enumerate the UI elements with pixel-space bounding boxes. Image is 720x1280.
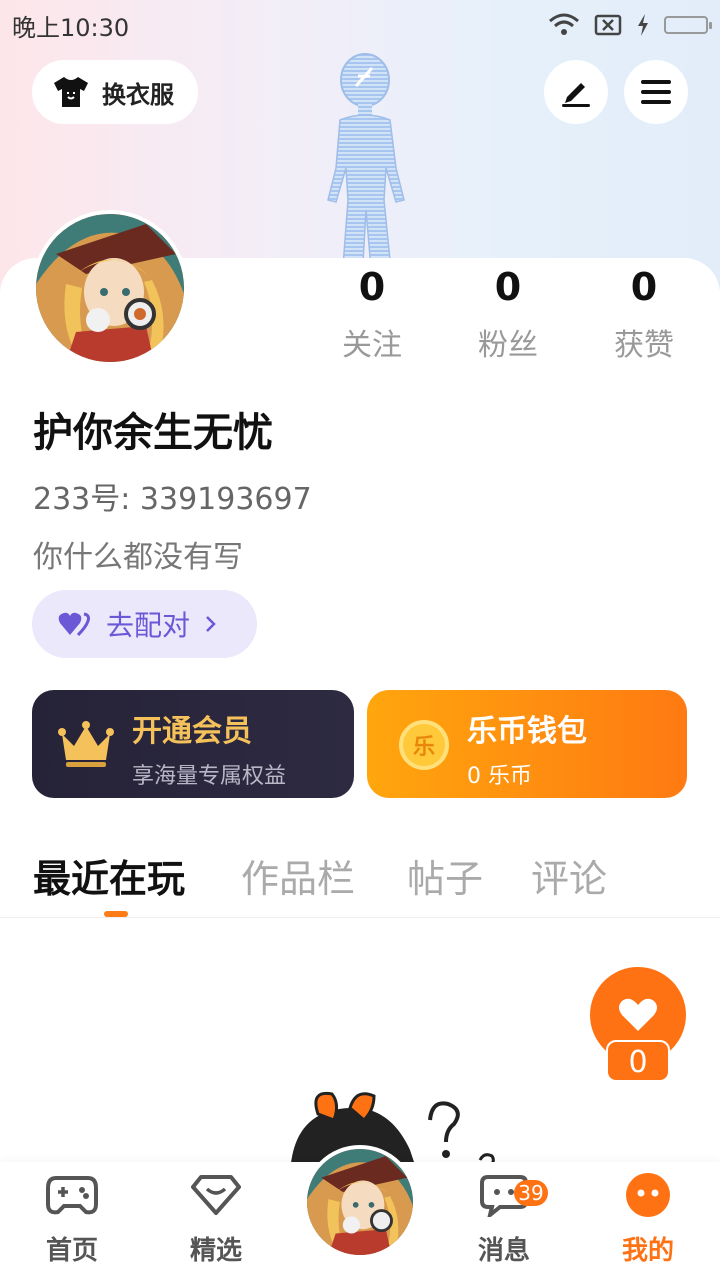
stat-following-label: 关注	[342, 328, 402, 363]
hamburger-icon	[641, 80, 671, 104]
avatar[interactable]	[32, 210, 188, 366]
nav-me-label: 我的	[621, 1236, 674, 1266]
nav-home-label: 首页	[45, 1236, 98, 1266]
like-count: 0	[606, 1040, 670, 1082]
pen-icon	[562, 83, 590, 107]
edit-profile-button[interactable]	[544, 60, 608, 124]
vip-title: 开通会员	[132, 714, 252, 749]
match-button[interactable]: 去配对	[32, 590, 257, 658]
change-outfit-button[interactable]: 换衣服	[32, 60, 198, 124]
face-icon	[626, 1173, 670, 1217]
nav-home[interactable]: 首页	[22, 1162, 122, 1267]
vip-subtitle: 享海量专属权益	[132, 764, 287, 789]
nav-me[interactable]: 我的	[598, 1162, 698, 1267]
change-outfit-label: 换衣服	[102, 80, 174, 109]
wallet-card[interactable]: 乐 乐币钱包 0 乐币	[367, 690, 687, 798]
tab-posts[interactable]: 帖子	[407, 848, 483, 903]
menu-button[interactable]	[624, 60, 688, 124]
gamepad-icon	[46, 1176, 98, 1215]
nav-featured-label: 精选	[189, 1236, 242, 1266]
sim-error-icon	[594, 14, 622, 36]
profile-tabs: 最近在玩 作品栏 帖子 评论	[0, 848, 720, 918]
status-time: 晚上10:30	[12, 13, 130, 42]
stat-followers-label: 粉丝	[478, 328, 538, 363]
crown-icon	[58, 721, 114, 767]
stat-followers-count: 0	[494, 265, 522, 309]
tshirt-icon	[54, 77, 88, 107]
match-button-label: 去配对	[106, 609, 191, 642]
chevron-right-icon	[206, 616, 216, 632]
status-bar: 晚上10:30	[0, 0, 720, 50]
stat-likes-label: 获赞	[614, 328, 674, 363]
stat-following[interactable]: 0 关注	[312, 262, 432, 364]
nav-center-avatar[interactable]	[303, 1145, 417, 1259]
wifi-icon	[549, 13, 579, 35]
avatar-illustration-small	[307, 1149, 413, 1255]
stat-following-count: 0	[358, 265, 386, 309]
hearts-icon	[58, 612, 90, 637]
avatar-3d-figure	[327, 53, 405, 280]
stat-likes[interactable]: 0 获赞	[584, 262, 704, 364]
heart-icon	[619, 998, 657, 1031]
tab-comments[interactable]: 评论	[531, 848, 607, 903]
messages-badge: 39	[514, 1180, 548, 1206]
nav-messages[interactable]: 消息	[454, 1162, 554, 1267]
status-icons	[548, 13, 712, 37]
battery-icon	[664, 16, 712, 34]
wallet-title: 乐币钱包	[467, 714, 587, 749]
username: 护你余生无忧	[33, 410, 273, 456]
charging-icon	[638, 14, 648, 36]
stat-likes-count: 0	[630, 265, 658, 309]
user-id: 233号: 339193697	[33, 482, 312, 517]
coin-glyph: 乐	[412, 735, 435, 760]
stat-followers[interactable]: 0 粉丝	[448, 262, 568, 364]
nav-messages-label: 消息	[477, 1236, 530, 1266]
coin-icon: 乐	[399, 720, 449, 770]
tab-recent-played[interactable]: 最近在玩	[33, 848, 185, 903]
wallet-balance: 0 乐币	[467, 764, 532, 789]
heart-box-icon	[191, 1175, 241, 1215]
vip-membership-card[interactable]: 开通会员 享海量专属权益	[32, 690, 354, 798]
active-tab-indicator	[104, 911, 128, 917]
user-bio[interactable]: 你什么都没有写	[33, 532, 243, 576]
tab-works[interactable]: 作品栏	[241, 848, 355, 903]
avatar-illustration	[36, 214, 184, 362]
nav-featured[interactable]: 精选	[166, 1162, 266, 1267]
